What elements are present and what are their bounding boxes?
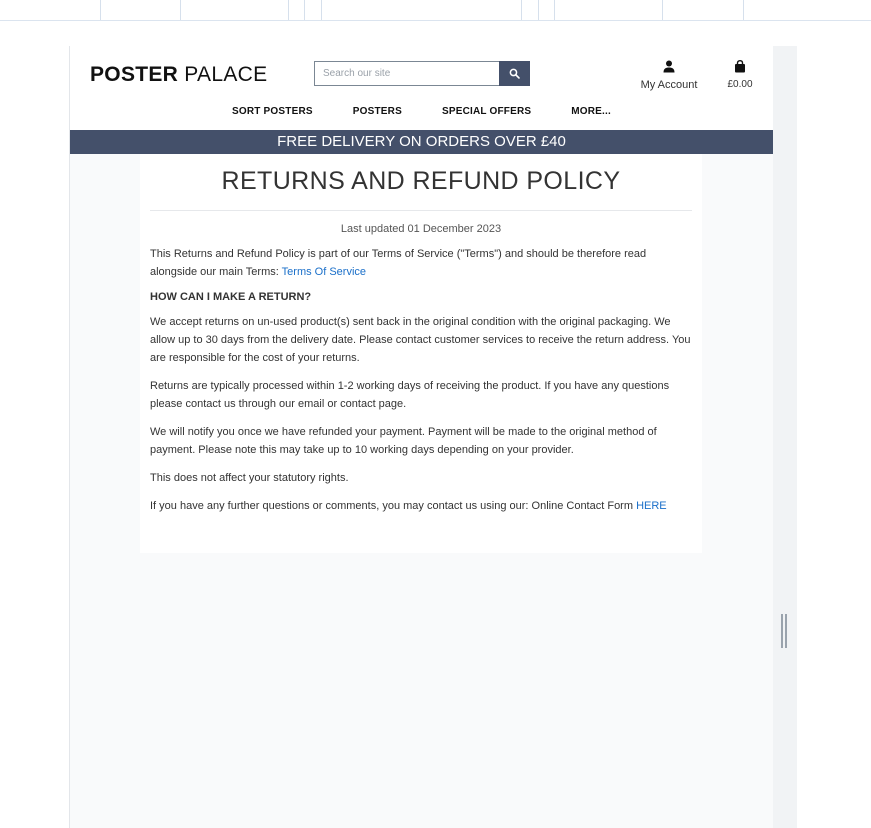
ruler-tick [100, 0, 101, 20]
ruler-tick [538, 0, 539, 20]
main-nav: SORT POSTERS POSTERS SPECIAL OFFERS MORE… [70, 106, 773, 117]
user-icon [663, 60, 675, 73]
viewport-resize-handle[interactable] [781, 614, 787, 648]
last-updated: Last updated 01 December 2023 [340, 223, 502, 235]
viewport: POSTER PALACE My Account [69, 46, 773, 828]
intro-paragraph: This Returns and Refund Policy is part o… [150, 245, 692, 281]
contact-text: If you have any further questions or com… [150, 500, 637, 512]
shopping-bag-icon [735, 59, 745, 73]
ruler-tick [180, 0, 181, 20]
nav-item-more[interactable]: MORE... [551, 106, 631, 117]
search-icon [509, 68, 520, 79]
contact-form-link[interactable]: HERE [636, 500, 667, 512]
nav-item-posters[interactable]: POSTERS [333, 106, 422, 117]
ruler-tick [743, 0, 744, 20]
viewport-gutter [773, 46, 797, 828]
devtools-ruler [0, 0, 871, 21]
statutory-paragraph: This does not affect your statutory righ… [150, 472, 349, 484]
refund-paragraph: We will notify you once we have refunded… [150, 426, 657, 456]
ruler-tick [304, 0, 305, 20]
my-account-label: My Account [640, 79, 698, 91]
my-account-link[interactable]: My Account [634, 58, 704, 91]
processing-paragraph: Returns are typically processed within 1… [150, 380, 670, 410]
site-header: POSTER PALACE My Account [70, 46, 773, 130]
intro-text: This Returns and Refund Policy is part o… [150, 248, 647, 278]
ruler-tick [521, 0, 522, 20]
search-input[interactable] [314, 61, 499, 86]
site-logo[interactable]: POSTER PALACE [90, 63, 267, 87]
nav-item-sort-posters[interactable]: SORT POSTERS [212, 106, 333, 117]
search-button[interactable] [499, 61, 530, 86]
delivery-banner: FREE DELIVERY ON ORDERS OVER £40 [70, 130, 773, 154]
nav-item-special-offers[interactable]: SPECIAL OFFERS [422, 106, 551, 117]
ruler-tick [554, 0, 555, 20]
basket-total: £0.00 [727, 79, 753, 90]
ruler-tick [321, 0, 322, 20]
page-title: RETURNS AND REFUND POLICY [221, 167, 621, 195]
logo-bold: POSTER [90, 63, 179, 86]
title-divider [150, 210, 692, 211]
returns-paragraph: We accept returns on un-used product(s) … [150, 316, 691, 364]
terms-of-service-link[interactable]: Terms Of Service [282, 266, 366, 278]
logo-light: PALACE [184, 63, 268, 86]
policy-card: RETURNS AND REFUND POLICY Last updated 0… [140, 154, 702, 553]
returns-heading: HOW CAN I MAKE A RETURN? [150, 291, 312, 303]
delivery-banner-text: FREE DELIVERY ON ORDERS OVER £40 [277, 133, 566, 150]
contact-paragraph: If you have any further questions or com… [150, 497, 692, 515]
ruler-tick [288, 0, 289, 20]
basket-link[interactable]: £0.00 [718, 58, 762, 90]
policy-body: This Returns and Refund Policy is part o… [140, 245, 702, 515]
ruler-tick [662, 0, 663, 20]
search-form [314, 61, 530, 86]
